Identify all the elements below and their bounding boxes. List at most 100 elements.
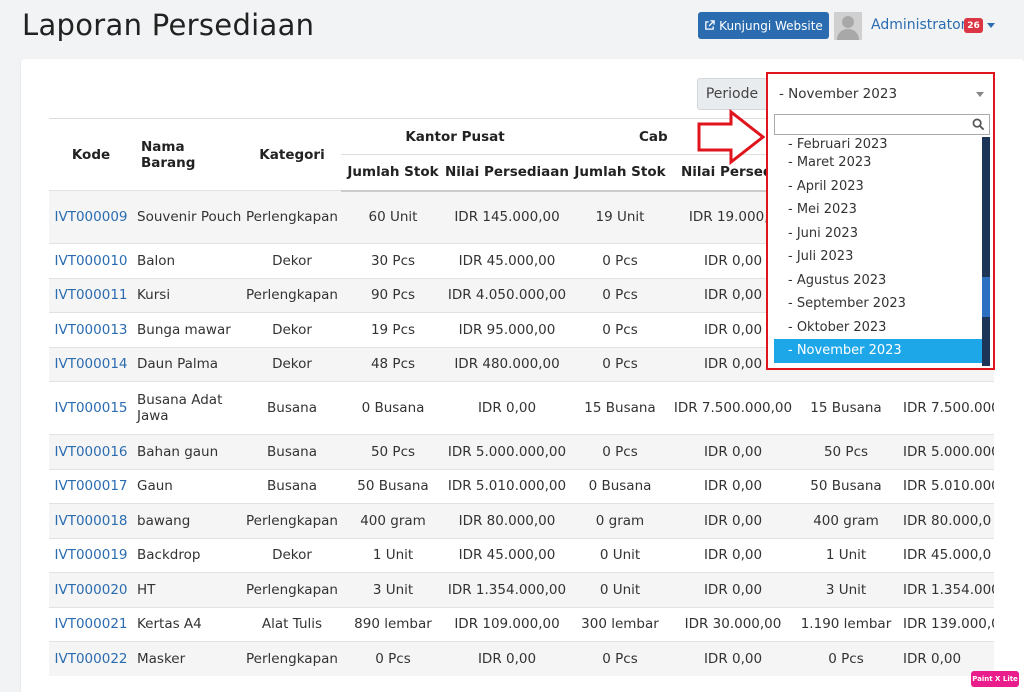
periode-option[interactable]: - April 2023	[774, 175, 982, 199]
page-title: Laporan Persediaan	[22, 8, 315, 42]
row-kode-link[interactable]: IVT000009	[49, 190, 133, 244]
row-nama-barang: Backdrop	[133, 537, 243, 573]
row-nilai-pusat: IDR 45.000,00	[445, 243, 569, 278]
table-row[interactable]: IVT000019 Backdrop Dekor 1 Unit IDR 45.000,0…	[49, 537, 994, 573]
dropdown-arrow-icon	[976, 92, 984, 97]
row-nilai-pusat: IDR 480.000,00	[445, 346, 569, 382]
periode-option[interactable]: - November 2023	[774, 339, 982, 363]
periode-option[interactable]: - Oktober 2023	[774, 316, 982, 340]
col-nama-barang: Nama Barang	[133, 118, 243, 191]
row-kategori: Perlengkapan	[243, 277, 341, 313]
row-stok-pusat: 1 Unit	[341, 537, 445, 573]
table-row[interactable]: IVT000021 Kertas A4 Alat Tulis 890 lembar ID…	[49, 606, 994, 642]
row-kode-link[interactable]: IVT000022	[49, 641, 133, 676]
row-stok-total: 0 Pcs	[795, 641, 897, 676]
row-kategori: Perlengkapan	[243, 503, 341, 538]
row-nilai-total: IDR 1.354.000	[897, 572, 994, 607]
row-nama-barang: Balon	[133, 243, 243, 278]
row-kategori: Dekor	[243, 346, 341, 382]
periode-option[interactable]: - Juni 2023	[774, 222, 982, 246]
row-nilai-pusat: IDR 109.000,00	[445, 606, 569, 642]
row-kode-link[interactable]: IVT000021	[49, 606, 133, 642]
row-stok-cabang: 0 Pcs	[569, 312, 671, 347]
row-kategori: Alat Tulis	[243, 606, 341, 642]
periode-select[interactable]: - November 2023	[772, 79, 992, 108]
watermark-logo: Paint X Lite	[971, 671, 1019, 687]
row-stok-pusat: 0 Busana	[341, 381, 445, 435]
red-arrow-annotation	[697, 108, 765, 166]
periode-option[interactable]: - Maret 2023	[774, 151, 982, 175]
row-stok-cabang: 0 Unit	[569, 572, 671, 607]
row-stok-total: 3 Unit	[795, 572, 897, 607]
group-kantor-pusat: Kantor Pusat	[341, 118, 569, 155]
row-stok-pusat: 48 Pcs	[341, 346, 445, 382]
row-kode-link[interactable]: IVT000016	[49, 434, 133, 469]
row-stok-pusat: 60 Unit	[341, 190, 445, 244]
visit-website-label: Kunjungi Website	[719, 18, 823, 33]
chevron-down-icon[interactable]	[987, 23, 995, 28]
row-nilai-pusat: IDR 45.000,00	[445, 537, 569, 573]
row-kode-link[interactable]: IVT000011	[49, 277, 133, 313]
row-kode-link[interactable]: IVT000013	[49, 312, 133, 347]
row-stok-pusat: 90 Pcs	[341, 277, 445, 313]
row-stok-pusat: 19 Pcs	[341, 312, 445, 347]
row-kode-link[interactable]: IVT000017	[49, 468, 133, 504]
table-row[interactable]: IVT000020 HT Perlengkapan 3 Unit IDR 1.354.0…	[49, 572, 994, 607]
row-stok-cabang: 0 Busana	[569, 468, 671, 504]
row-kategori: Dekor	[243, 243, 341, 278]
row-nilai-total: IDR 80.000,0	[897, 503, 994, 538]
row-nilai-pusat: IDR 80.000,00	[445, 503, 569, 538]
row-nilai-pusat: IDR 1.354.000,00	[445, 572, 569, 607]
row-kode-link[interactable]: IVT000015	[49, 381, 133, 435]
table-row[interactable]: IVT000017 Gaun Busana 50 Busana IDR 5.010.00…	[49, 468, 994, 504]
row-kategori: Perlengkapan	[243, 572, 341, 607]
user-menu-name[interactable]: Administrator	[871, 17, 966, 33]
row-stok-pusat: 0 Pcs	[341, 641, 445, 676]
dropdown-scrollbar[interactable]	[982, 137, 990, 366]
row-stok-cabang: 15 Busana	[569, 381, 671, 435]
row-nilai-pusat: IDR 95.000,00	[445, 312, 569, 347]
row-nama-barang: Kertas A4	[133, 606, 243, 642]
row-kategori: Perlengkapan	[243, 641, 341, 676]
row-nama-barang: Bahan gaun	[133, 434, 243, 469]
row-nilai-pusat: IDR 145.000,00	[445, 190, 569, 244]
row-nilai-cabang: IDR 0,00	[671, 468, 795, 504]
table-row[interactable]: IVT000022 Masker Perlengkapan 0 Pcs IDR 0,00…	[49, 641, 994, 676]
table-row[interactable]: IVT000016 Bahan gaun Busana 50 Pcs IDR 5.000…	[49, 434, 994, 469]
row-nama-barang: Daun Palma	[133, 346, 243, 382]
row-stok-cabang: 0 Pcs	[569, 346, 671, 382]
table-row[interactable]: IVT000015 Busana Adat Jawa Busana 0 Busana I…	[49, 381, 994, 435]
row-kode-link[interactable]: IVT000014	[49, 346, 133, 382]
col-kategori: Kategori	[243, 118, 341, 191]
row-nilai-pusat: IDR 5.000.000,00	[445, 434, 569, 469]
periode-option[interactable]: - Agustus 2023	[774, 269, 982, 293]
row-kode-link[interactable]: IVT000020	[49, 572, 133, 607]
row-nama-barang: Souvenir Pouch	[133, 190, 243, 244]
row-stok-total: 1 Unit	[795, 537, 897, 573]
row-nilai-cabang: IDR 0,00	[671, 434, 795, 469]
row-stok-pusat: 890 lembar	[341, 606, 445, 642]
periode-option[interactable]: - Februari 2023	[774, 137, 982, 151]
table-row[interactable]: IVT000018 bawang Perlengkapan 400 gram IDR 8…	[49, 503, 994, 538]
periode-option[interactable]: - Juli 2023	[774, 245, 982, 269]
periode-option[interactable]: - Mei 2023	[774, 198, 982, 222]
row-stok-total: 50 Busana	[795, 468, 897, 504]
row-nama-barang: HT	[133, 572, 243, 607]
avatar[interactable]	[834, 12, 862, 40]
row-nilai-pusat: IDR 0,00	[445, 641, 569, 676]
periode-search-input[interactable]	[774, 114, 990, 135]
scrollbar-thumb[interactable]	[982, 277, 990, 317]
periode-options-list[interactable]: - Februari 2023- Maret 2023- April 2023-…	[774, 137, 982, 366]
row-kode-link[interactable]: IVT000010	[49, 243, 133, 278]
row-nilai-total: IDR 45.000,0	[897, 537, 994, 573]
row-nama-barang: Kursi	[133, 277, 243, 313]
row-nama-barang: Gaun	[133, 468, 243, 504]
periode-option[interactable]: - September 2023	[774, 292, 982, 316]
periode-dropdown[interactable]: - November 2023 - Februari 2023- Maret 2…	[766, 72, 995, 370]
row-kode-link[interactable]: IVT000019	[49, 537, 133, 573]
row-kode-link[interactable]: IVT000018	[49, 503, 133, 538]
visit-website-button[interactable]: Kunjungi Website	[698, 12, 829, 39]
row-nilai-cabang: IDR 0,00	[671, 641, 795, 676]
row-stok-cabang: 0 Pcs	[569, 641, 671, 676]
row-nilai-total: IDR 139.000,0	[897, 606, 994, 642]
